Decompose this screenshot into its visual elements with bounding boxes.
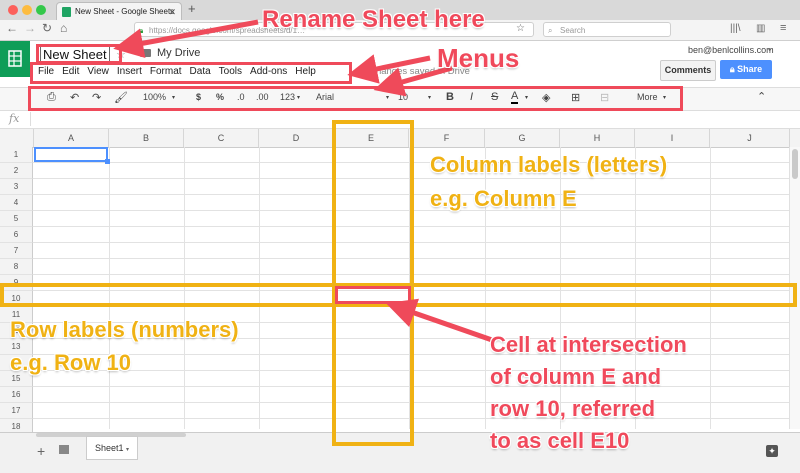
cell-e10-arrow bbox=[385, 298, 493, 343]
row-labels-annotation: Row labels (numbers) bbox=[10, 317, 239, 342]
menus-annotation: Menus bbox=[437, 43, 520, 73]
rename-arrow bbox=[113, 19, 259, 59]
cell-annotation-line4: to as cell E10 bbox=[490, 428, 630, 453]
row-example-annotation: e.g. Row 10 bbox=[10, 350, 132, 375]
cell-annotation-line2: of column E and bbox=[490, 364, 662, 389]
cell-annotation-line3: row 10, referred bbox=[490, 396, 656, 421]
menus-arrow-to-menubar bbox=[347, 54, 431, 84]
cell-annotation-line1: Cell at intersection bbox=[490, 332, 687, 357]
rename-annotation: Rename Sheet here bbox=[262, 6, 485, 33]
column-labels-annotation: Column labels (letters) bbox=[430, 152, 668, 177]
column-example-annotation: e.g. Column E bbox=[430, 186, 577, 211]
annotation-arrows bbox=[113, 19, 493, 343]
